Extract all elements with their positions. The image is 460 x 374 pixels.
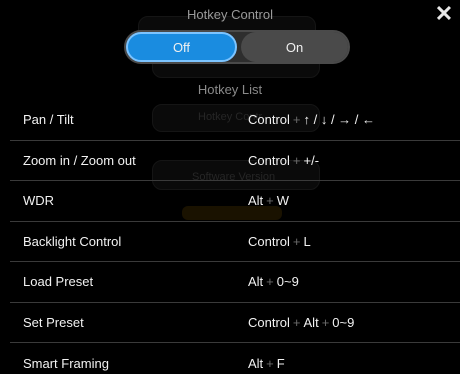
hotkey-combo: Control + L	[248, 233, 311, 249]
key: Alt	[303, 314, 319, 330]
list-item: Pan / Tilt Control + ↑ / ↓ / → / ←	[10, 100, 460, 141]
list-item: WDR Alt + W	[10, 181, 460, 222]
hotkey-name: Backlight Control	[23, 233, 122, 249]
hotkey-name: Set Preset	[23, 314, 84, 330]
hotkey-combo: Control + ↑ / ↓ / → / ←	[248, 112, 376, 128]
toggle-on-option[interactable]: On	[241, 32, 348, 62]
key: W	[276, 193, 290, 209]
key: F	[276, 355, 285, 371]
key: Alt	[248, 274, 264, 290]
hotkey-toggle[interactable]: Off On	[124, 30, 350, 64]
hotkey-list-title: Hotkey List	[197, 82, 263, 97]
key: Control	[248, 314, 290, 330]
hotkey-combo: Alt + F	[248, 355, 285, 371]
hotkey-combo: Control + +/-	[248, 152, 320, 168]
list-item: Load Preset Alt +0~9	[10, 262, 460, 303]
key: L	[303, 233, 311, 249]
hotkey-name: Zoom in / Zoom out	[23, 152, 136, 168]
hotkey-name: Smart Framing	[23, 355, 109, 371]
key: Alt	[248, 355, 264, 371]
hotkey-combo: Control + Alt +0~9	[248, 314, 355, 330]
key: 0~9	[332, 314, 355, 330]
list-item: Set Preset Control + Alt +0~9	[10, 303, 460, 343]
list-item: Smart Framing Alt + F	[10, 343, 460, 374]
list-item: Backlight Control Control + L	[10, 222, 460, 262]
hotkey-name: Pan / Tilt	[23, 112, 74, 128]
key: Alt	[248, 193, 264, 209]
hotkey-name: Load Preset	[23, 274, 94, 290]
hotkey-combo: Alt +0~9	[248, 274, 299, 290]
key: 0~9	[276, 274, 299, 290]
close-icon[interactable]: ✕	[434, 3, 454, 25]
hotkey-name: WDR	[23, 193, 55, 209]
list-item: Zoom in / Zoom out Control + +/-	[10, 141, 460, 181]
dialog-title: Hotkey Control	[187, 7, 273, 22]
hotkey-list: Pan / Tilt Control + ↑ / ↓ / → / ← Zoom in…	[10, 100, 460, 374]
key: Control	[248, 152, 290, 168]
key: Control	[248, 233, 290, 249]
key: Control	[248, 112, 290, 128]
key: ↑ / ↓ / → / ←	[303, 112, 376, 128]
key: +/-	[303, 152, 320, 168]
toggle-off-option[interactable]: Off	[126, 32, 237, 62]
hotkey-combo: Alt + W	[248, 193, 290, 209]
